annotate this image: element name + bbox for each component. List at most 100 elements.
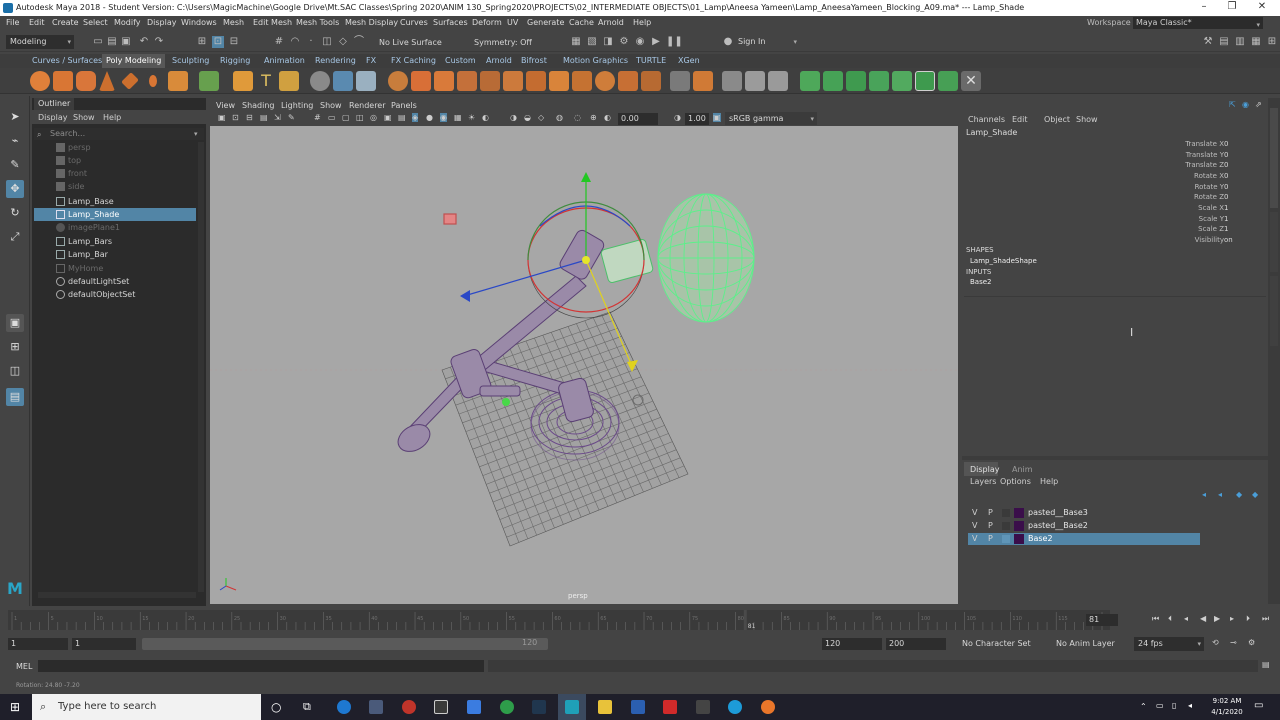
step-back-key-icon[interactable]: ⏴ xyxy=(1168,614,1172,624)
cb-menu-edit[interactable]: Edit xyxy=(1012,115,1028,124)
automatic-map-icon[interactable] xyxy=(693,71,713,91)
channel-rotate-y[interactable]: Rotate Y0 xyxy=(1162,182,1262,192)
move-layer-up-icon[interactable]: ◂ xyxy=(1202,490,1206,499)
layer-row-pasted-base3[interactable]: V P pasted__Base3 xyxy=(968,507,1200,519)
gate-mask-icon[interactable]: ◫ xyxy=(356,113,364,122)
new-empty-layer-icon[interactable]: ◆ xyxy=(1236,490,1242,499)
outliner-menu-display[interactable]: Display xyxy=(38,113,68,122)
attribute-editor-icon[interactable]: ▤ xyxy=(1218,36,1230,48)
file-explorer-icon[interactable] xyxy=(598,700,612,714)
combine-icon[interactable] xyxy=(310,71,330,91)
outliner-item-default-light-set[interactable]: defaultLightSet xyxy=(34,275,196,288)
poly-text-icon[interactable]: T xyxy=(256,71,276,91)
select-hierarchy-icon[interactable]: ⊞ xyxy=(196,36,208,48)
bevel-icon[interactable] xyxy=(457,71,477,91)
modeling-toolkit-side-tab[interactable] xyxy=(1270,212,1278,272)
gamma-icon[interactable]: ◑ xyxy=(674,113,681,122)
maya-taskbar-icon[interactable] xyxy=(565,700,579,714)
modeling-toolkit-icon[interactable]: ⚒ xyxy=(1202,36,1214,48)
hypershade-icon[interactable]: ◉ xyxy=(634,36,646,48)
uv-shell-icon[interactable] xyxy=(846,71,866,91)
gamma-field[interactable]: 1.00 xyxy=(685,113,709,125)
connect-icon[interactable] xyxy=(572,71,592,91)
maximize-icon[interactable]: ❐ xyxy=(1218,1,1246,15)
script-editor-icon[interactable]: ▤ xyxy=(1262,660,1270,669)
outliner-item-lamp-bar[interactable]: Lamp_Bar xyxy=(34,248,196,261)
steam-icon[interactable] xyxy=(532,700,546,714)
grease-pencil-icon[interactable]: ✎ xyxy=(288,113,295,122)
command-input[interactable] xyxy=(38,660,484,672)
xray-joints-icon[interactable]: ⊕ xyxy=(590,113,597,122)
outliner-item-default-object-set[interactable]: defaultObjectSet xyxy=(34,288,196,301)
shelf-tab-custom[interactable]: Custom xyxy=(445,56,476,65)
menu-set-select[interactable]: Modeling ▾ xyxy=(6,35,74,49)
channel-value[interactable]: 1 xyxy=(1224,224,1228,234)
delete-history-icon[interactable]: ✕ xyxy=(961,71,981,91)
menu-mesh[interactable]: Mesh xyxy=(223,18,244,27)
select-component-icon[interactable]: ⊟ xyxy=(228,36,240,48)
isolate-select-icon[interactable]: ◍ xyxy=(556,113,563,122)
poly-cone-icon[interactable] xyxy=(99,71,115,91)
undo-icon[interactable]: ↶ xyxy=(138,36,150,48)
outliner-hscrollbar[interactable] xyxy=(38,592,196,598)
snap-curve-icon[interactable]: ◠ xyxy=(289,36,301,48)
symmetrize-icon[interactable] xyxy=(938,71,958,91)
channel-value[interactable]: 1 xyxy=(1224,214,1228,224)
shape-node[interactable]: Lamp_ShadeShape xyxy=(970,257,1037,265)
multi-cut-icon[interactable] xyxy=(526,71,546,91)
ambient-occlusion-icon[interactable]: ◑ xyxy=(510,113,517,122)
poly-plane-icon[interactable] xyxy=(121,72,139,90)
layer-visibility-toggle[interactable]: V xyxy=(972,520,977,532)
lock-icon[interactable]: ◉ xyxy=(1242,100,1249,109)
outliner-item-lamp-bars[interactable]: Lamp_Bars xyxy=(34,235,196,248)
app-icon-4[interactable] xyxy=(663,700,677,714)
exposure-icon[interactable]: ◐ xyxy=(604,113,611,122)
pin-icon[interactable]: ⇱ xyxy=(1229,100,1236,109)
safe-title-icon[interactable]: ▤ xyxy=(398,113,406,122)
menu-mesh-tools[interactable]: Mesh Tools xyxy=(296,18,339,27)
layer-visibility-toggle[interactable]: V xyxy=(972,533,977,545)
shelf-tab-turtle[interactable]: TURTLE xyxy=(636,56,666,65)
menu-curves[interactable]: Curves xyxy=(400,18,428,27)
attribute-editor-side-tab[interactable] xyxy=(1270,276,1278,346)
outliner-menu-help[interactable]: Help xyxy=(103,113,121,122)
layer-visibility-toggle[interactable]: V xyxy=(972,507,977,519)
cortana-icon[interactable]: ○ xyxy=(271,700,281,714)
shelf-tab-rigging[interactable]: Rigging xyxy=(220,56,250,65)
shadows-icon[interactable]: ◐ xyxy=(482,113,489,122)
menu-file[interactable]: File xyxy=(6,18,19,27)
channel-value[interactable]: 1 xyxy=(1224,203,1228,213)
notifications-icon[interactable]: ▭ xyxy=(1254,700,1263,711)
menu-modify[interactable]: Modify xyxy=(114,18,141,27)
go-to-end-icon[interactable]: ⏭ xyxy=(1262,614,1269,624)
channel-value[interactable]: 0 xyxy=(1224,160,1228,170)
menu-display[interactable]: Display xyxy=(147,18,177,27)
range-slider-bar[interactable]: 120 xyxy=(142,638,548,650)
layer-type-toggle[interactable] xyxy=(1002,509,1010,517)
wireframe-on-shaded-icon[interactable]: ◉ xyxy=(440,113,447,122)
extrude-icon[interactable] xyxy=(411,71,431,91)
anim-prefs-icon[interactable]: ⚙ xyxy=(1248,638,1255,647)
unfold-uv-icon[interactable] xyxy=(823,71,843,91)
anim-end-field[interactable]: 200 xyxy=(886,638,946,650)
layer-menu-help[interactable]: Help xyxy=(1040,477,1058,486)
workspace-select[interactable]: Maya Classic* ▾ xyxy=(1133,17,1263,29)
outliner-item-side[interactable]: side xyxy=(34,180,196,193)
channel-value[interactable]: 0 xyxy=(1224,171,1228,181)
cb-object-name[interactable]: Lamp_Shade xyxy=(966,128,1017,137)
shelf-tab-bifrost[interactable]: Bifrost xyxy=(521,56,547,65)
live-surface-label[interactable]: No Live Surface xyxy=(379,38,442,47)
play-forwards-icon[interactable]: ▶ xyxy=(1214,614,1220,623)
snap-grid-icon[interactable]: # xyxy=(273,36,285,48)
poly-sphere-icon[interactable] xyxy=(30,71,50,91)
tool-settings-icon[interactable]: ▥ xyxy=(1234,36,1246,48)
app-icon-3[interactable] xyxy=(631,700,645,714)
menu-create[interactable]: Create xyxy=(52,18,79,27)
new-scene-icon[interactable]: ▭ xyxy=(92,36,104,48)
four-view-icon[interactable]: ⊞ xyxy=(6,338,24,356)
resolution-gate-icon[interactable]: ▢ xyxy=(342,113,350,122)
playback-end-field[interactable]: 120 xyxy=(822,638,882,650)
firefox-icon[interactable] xyxy=(761,700,775,714)
snap-view-icon[interactable]: ◫ xyxy=(321,36,333,48)
shelf-tab-sculpting[interactable]: Sculpting xyxy=(172,56,209,65)
